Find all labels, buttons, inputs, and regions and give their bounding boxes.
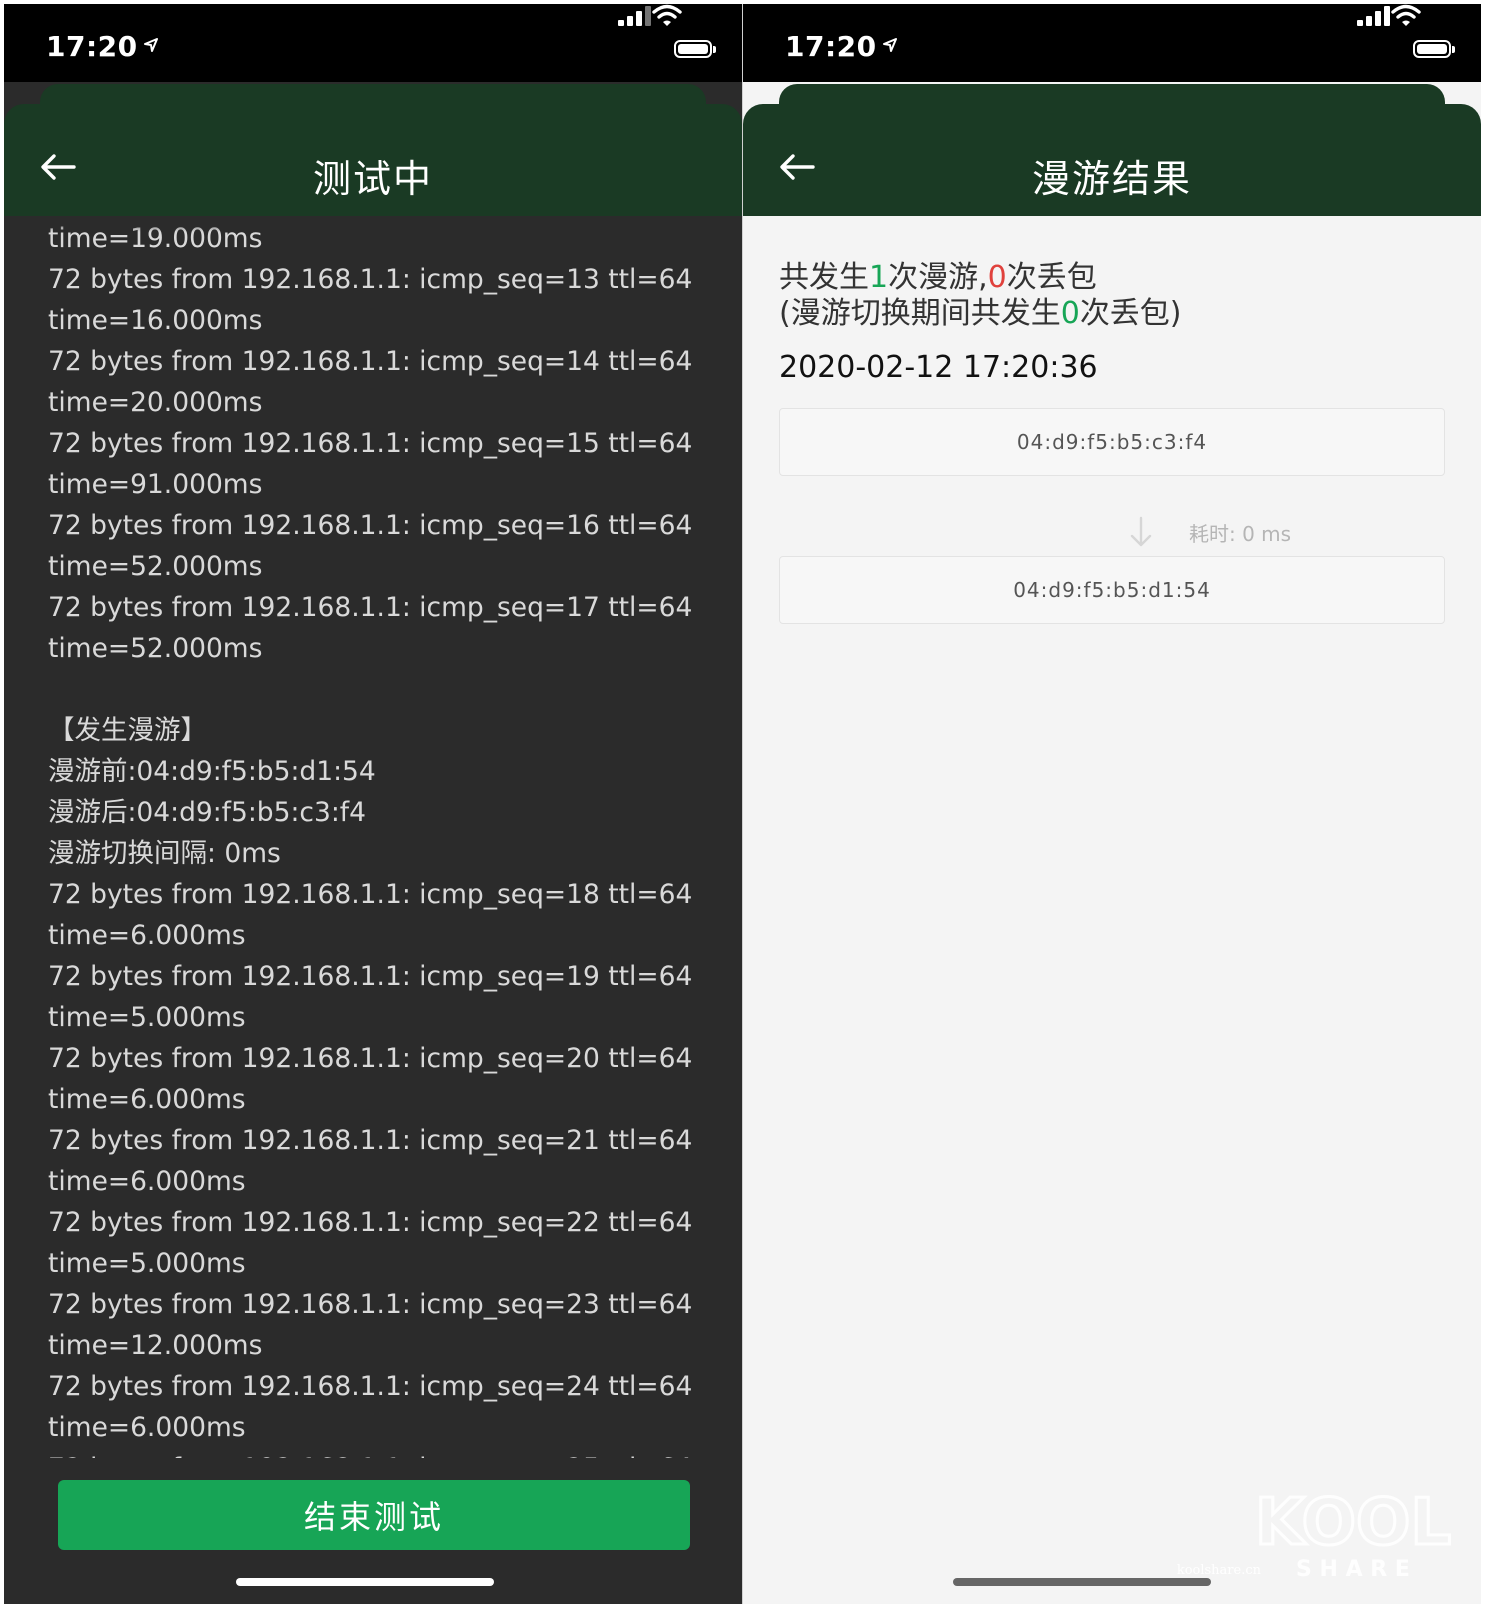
log-line: time=91.000ms [48,469,263,500]
log-line: 72 bytes from 192.168.1.1: icmp_seq=20 t… [48,1043,693,1074]
roam-count: 1 [869,260,889,295]
nav-bar: 测试中 [4,104,742,216]
status-clock: 17:20 [785,30,897,63]
result-datetime: 2020-02-12 17:20:36 [779,350,1098,385]
home-indicator[interactable] [236,1578,494,1586]
log-spacer [48,669,728,710]
koolshare-watermark: KOOL S H A R E [1253,1485,1452,1583]
testing-screen: 17:20 测试中 time=19.000ms 72 bytes from 192… [4,4,742,1604]
mac-from-card: 04:d9:f5:b5:c3:f4 [779,408,1445,476]
roaming-summary: 共发生1次漫游,0次丢包 (漫游切换期间共发生0次丢包) [779,260,1182,332]
log-line: 漫游后:04:d9:f5:b5:c3:f4 [48,797,366,828]
battery-icon [1413,40,1455,58]
log-line: 72 bytes from 192.168.1.1: icmp_seq=13 t… [48,264,693,295]
log-line: time=20.000ms [48,387,263,418]
end-test-button[interactable]: 结束测试 [58,1480,690,1550]
summary-line-1: 共发生1次漫游,0次丢包 [779,260,1097,295]
log-line: 72 bytes from 192.168.1.1: icmp_seq=17 t… [48,592,693,623]
log-line: 72 bytes from 192.168.1.1: icmp_seq=19 t… [48,961,693,992]
log-fade [4,216,742,232]
log-line: 72 bytes from 192.168.1.1: icmp_seq=22 t… [48,1207,693,1238]
log-line: 漫游前:04:d9:f5:b5:d1:54 [48,756,376,787]
page-title: 测试中 [312,157,433,201]
log-line: 72 bytes from 192.168.1.1: icmp_seq=14 t… [48,346,693,377]
wifi-icon [1391,4,1421,26]
watermark-site: koolshare.cn [1176,1563,1261,1578]
log-line: 漫游切换间隔: 0ms [48,838,281,869]
log-line: time=52.000ms [48,551,263,582]
log-line: time=6.000ms [48,1166,246,1197]
log-line: time=5.000ms [48,1002,246,1033]
mac-to-card: 04:d9:f5:b5:d1:54 [779,556,1445,624]
log-line: time=16.000ms [48,305,263,336]
log-line: 72 bytes from 192.168.1.1: icmp_seq=21 t… [48,1125,693,1156]
summary-line-2: (漫游切换期间共发生0次丢包) [779,296,1182,331]
switch-loss-count: 0 [1060,296,1080,331]
nav-bar: 漫游结果 [743,104,1481,216]
watermark-logo-sub: S H A R E [1296,1557,1410,1582]
log-line: time=6.000ms [48,1412,246,1443]
log-line: time=6.000ms [48,920,246,951]
watermark-logo-text: KOOL [1255,1486,1451,1560]
battery-icon [674,40,716,58]
cellular-signal-icon [618,6,652,26]
transition-row: 耗时: 0 ms [779,514,1445,550]
wifi-icon [652,4,682,26]
ping-log[interactable]: time=19.000ms 72 bytes from 192.168.1.1: … [48,218,728,1458]
log-line: 72 bytes from 192.168.1.1: icmp_seq=18 t… [48,879,693,910]
location-arrow-icon [882,38,897,52]
log-line: time=52.000ms [48,633,263,664]
log-line: 72 bytes from 192.168.1.1: icmp_seq=25 t… [48,1448,728,1458]
status-clock: 17:20 [46,30,158,63]
log-line: time=6.000ms [48,1084,246,1115]
status-time: 17:20 [785,30,877,63]
home-indicator[interactable] [953,1578,1211,1586]
cellular-signal-icon [1357,6,1391,26]
status-time: 17:20 [46,30,138,63]
loss-count: 0 [987,260,1007,295]
log-line: 72 bytes from 192.168.1.1: icmp_seq=23 t… [48,1289,693,1320]
location-arrow-icon [143,38,158,52]
arrow-down-icon [1130,516,1152,547]
log-line: time=5.000ms [48,1248,246,1279]
log-line: 72 bytes from 192.168.1.1: icmp_seq=15 t… [48,428,693,459]
page-title: 漫游结果 [1031,157,1192,201]
log-line: 72 bytes from 192.168.1.1: icmp_seq=24 t… [48,1371,693,1402]
log-line: 【发生漫游】 [48,715,207,746]
roaming-result-screen: 17:20 漫游结果 共发生1次漫游,0次丢包 (漫游切换期间共发生0次丢包) … [743,4,1481,1604]
status-bar: 17:20 [4,4,742,82]
status-bar: 17:20 [743,4,1481,82]
elapsed-time: 耗时: 0 ms [1189,522,1292,546]
log-line: 72 bytes from 192.168.1.1: icmp_seq=16 t… [48,510,693,541]
log-line: time=12.000ms [48,1330,263,1361]
